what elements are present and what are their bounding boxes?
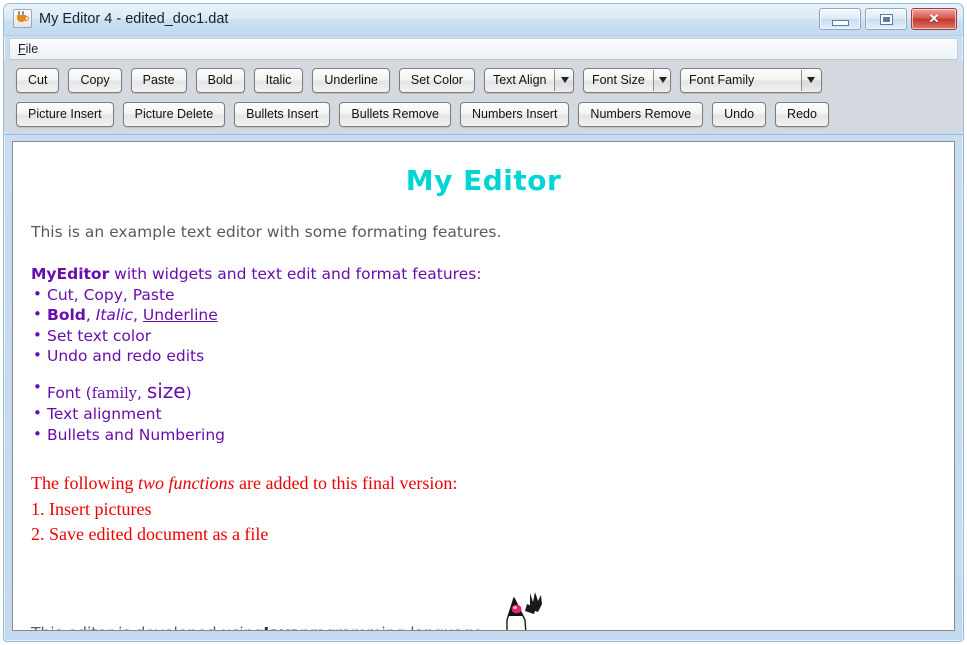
bullets-insert-button[interactable]: Bullets Insert [234, 101, 331, 127]
red-lead-post: are added to this final version: [234, 473, 458, 494]
toolbar-separator [4, 134, 963, 135]
font-size-sample: size [146, 378, 186, 403]
document-heading: My Editor [405, 164, 562, 197]
java-cup-icon [13, 9, 32, 28]
bullet-sep: , [133, 306, 143, 325]
picture-delete-button[interactable]: Picture Delete [122, 101, 226, 127]
paste-button[interactable]: Paste [130, 67, 187, 93]
numbered-item: 1. Insert pictures [31, 498, 152, 519]
red-lead-italic: two functions [137, 473, 235, 494]
underline-button[interactable]: Underline [312, 67, 390, 93]
list-item: Font (family, size) [31, 378, 936, 404]
minimize-icon [832, 20, 849, 26]
list-item: Bold, Italic, Underline [31, 305, 936, 325]
menu-bar: File [9, 38, 958, 60]
title-bar-left: My Editor 4 - edited_doc1.dat [13, 9, 228, 28]
document-content[interactable]: My Editor This is an example text editor… [13, 142, 954, 630]
feature-list-group1: Cut, Copy, Paste Bold, Italic, Underline… [31, 285, 936, 367]
section-lead-paragraph: MyEditor with widgets and text edit and … [31, 265, 936, 283]
close-icon: ✕ [928, 11, 940, 26]
footer-java-bold: Java [263, 624, 300, 630]
text-align-dropdown[interactable]: Text Align [483, 67, 574, 93]
intro-paragraph: This is an example text editor with some… [31, 223, 502, 241]
font-size-dropdown[interactable]: Font Size [582, 67, 671, 93]
duke-illustration [506, 591, 543, 630]
font-family-dropdown[interactable]: Font Family [679, 67, 822, 93]
bullet-sep: , [85, 306, 96, 325]
footer-post: programming language [300, 624, 482, 630]
window-title: My Editor 4 - edited_doc1.dat [39, 10, 229, 27]
menu-item-file[interactable]: File [10, 41, 45, 57]
copy-button[interactable]: Copy [68, 67, 122, 93]
toolbar-row-formatting: Cut Copy Paste Bold Italic Underline Set… [4, 66, 963, 94]
list-item: Undo and redo edits [31, 346, 936, 366]
window-controls: ✕ [819, 8, 957, 30]
list-item: Text alignment [31, 404, 936, 424]
italic-button[interactable]: Italic [253, 67, 304, 93]
footer-period: . [554, 624, 559, 630]
font-size-value: Font Size [591, 73, 645, 87]
red-lead-pre: The following [31, 473, 138, 494]
minimize-button[interactable] [819, 8, 861, 30]
toolbar-row-insert: Picture Insert Picture Delete Bullets In… [4, 100, 963, 128]
picture-insert-button[interactable]: Picture Insert [16, 101, 114, 127]
list-item: Cut, Copy, Paste [31, 285, 936, 305]
font-bullet-mid: , [136, 383, 147, 402]
application-window: My Editor 4 - edited_doc1.dat ✕ File Cut… [3, 3, 964, 642]
red-section: The following two functions are added to… [31, 471, 936, 548]
font-bullet-post: ) [185, 383, 192, 402]
chevron-down-icon[interactable] [554, 69, 573, 91]
bullets-remove-button[interactable]: Bullets Remove [339, 101, 451, 127]
footer-paragraph: This editor is developed using Java prog… [31, 590, 936, 630]
numbers-remove-button[interactable]: Numbers Remove [578, 101, 704, 127]
font-family-sample: family [91, 385, 137, 402]
toolbar-area: Cut Copy Paste Bold Italic Underline Set… [4, 60, 963, 132]
section-lead-bold: MyEditor [31, 265, 110, 283]
numbered-item: 2. Save edited document as a file [31, 524, 269, 545]
bullet-italic-sample: Italic [95, 306, 134, 325]
font-bullet-pre: Font ( [47, 383, 92, 402]
section-lead-rest: with widgets and text edit and format fe… [109, 265, 482, 283]
maximize-icon [880, 14, 893, 25]
java-duke-mascot: TM [494, 590, 550, 630]
list-item: Set text color [31, 326, 936, 346]
bold-button[interactable]: Bold [195, 67, 245, 93]
chevron-down-icon[interactable] [800, 69, 821, 91]
red-lead-line: The following two functions are added to… [31, 471, 936, 497]
undo-button[interactable]: Undo [712, 101, 767, 127]
menu-file-rest: ile [25, 42, 39, 56]
cut-button[interactable]: Cut [16, 67, 60, 93]
bullet-underline-sample: Underline [142, 306, 218, 325]
menu-file-mnemonic: F [18, 42, 26, 56]
feature-list-group2: Font (family, size) Text alignment Bulle… [31, 378, 936, 445]
text-align-value: Text Align [492, 73, 547, 87]
redo-button[interactable]: Redo [775, 101, 829, 127]
close-button[interactable]: ✕ [911, 8, 957, 30]
footer-pre: This editor is developed using [31, 624, 263, 630]
bullet-bold-sample: Bold [47, 306, 86, 325]
set-color-button[interactable]: Set Color [398, 67, 475, 93]
maximize-button[interactable] [865, 8, 907, 30]
list-item: Bullets and Numbering [31, 425, 936, 445]
numbers-insert-button[interactable]: Numbers Insert [459, 101, 570, 127]
title-bar: My Editor 4 - edited_doc1.dat ✕ [4, 4, 963, 36]
font-family-value: Font Family [688, 73, 755, 87]
editor-pane[interactable]: My Editor This is an example text editor… [12, 141, 955, 631]
chevron-down-icon[interactable] [652, 69, 670, 91]
